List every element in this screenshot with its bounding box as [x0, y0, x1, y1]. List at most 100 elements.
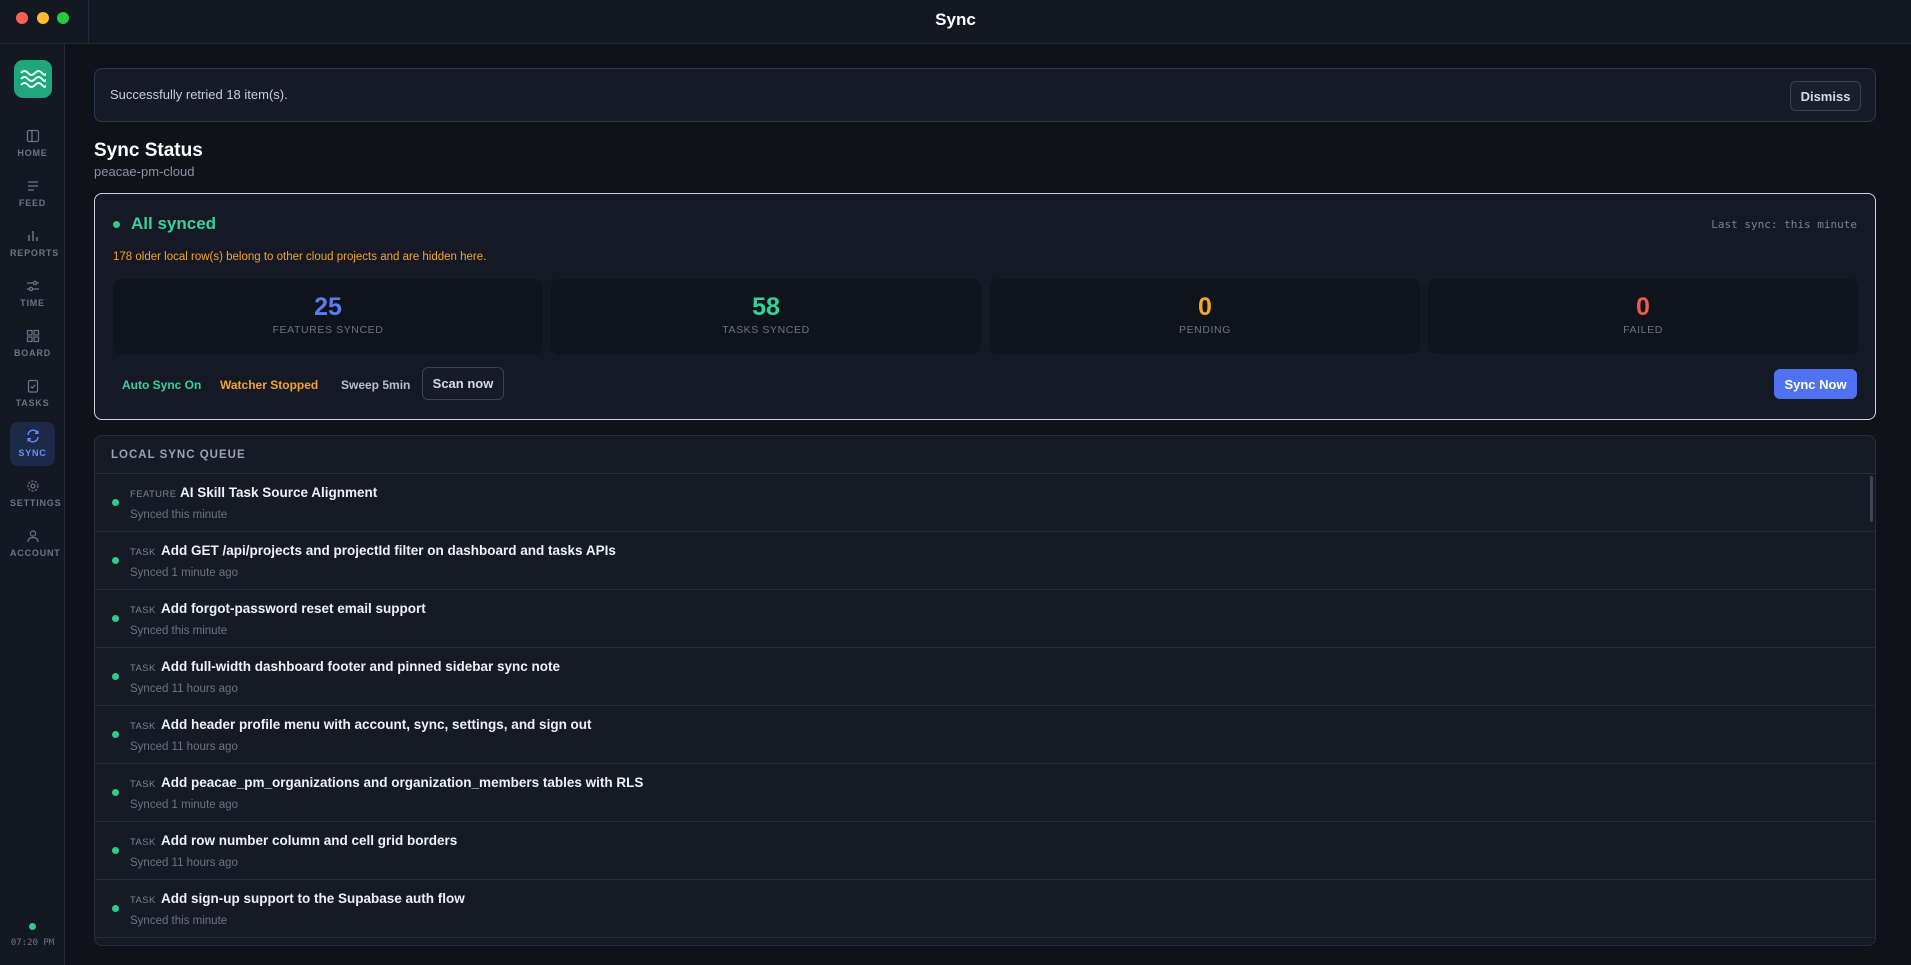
account-icon: [26, 530, 39, 543]
item-title: Add sign-up support to the Supabase auth…: [161, 891, 465, 906]
sidebar-item-label: TASKS: [15, 398, 50, 408]
item-status: Synced 11 hours ago: [130, 741, 238, 753]
dismiss-button[interactable]: Dismiss: [1790, 81, 1861, 111]
stat-value: 0: [1636, 293, 1650, 321]
title-bar: Sync: [0, 0, 1911, 44]
sync-status-card: All synced Last sync: this minute 178 ol…: [94, 193, 1876, 420]
stat-value: 58: [752, 293, 780, 321]
sidebar-item-reports[interactable]: REPORTS: [10, 222, 60, 266]
item-title: Add forgot-password reset email support: [161, 601, 426, 616]
item-title: Add full-width dashboard footer and pinn…: [161, 659, 561, 674]
stat-label: PENDING: [1178, 324, 1232, 336]
settings-icon: [26, 480, 39, 492]
item-type: TASK: [130, 895, 156, 906]
queue-header: LOCAL SYNC QUEUE: [95, 436, 1875, 474]
item-status: Synced this minute: [130, 915, 228, 927]
sidebar-item-sync[interactable]: SYNC: [10, 422, 55, 466]
sidebar-item-label: HOME: [17, 148, 48, 158]
sidebar: HOME FEED REPORTS TIME BOARD TASKS SYNC …: [0, 44, 65, 965]
item-status: Synced 11 hours ago: [130, 857, 238, 869]
queue-title: LOCAL SYNC QUEUE: [111, 449, 246, 461]
item-title: AI Skill Task Source Alignment: [180, 485, 378, 500]
sidebar-item-label: TIME: [20, 298, 45, 308]
sidebar-item-label: SYNC: [18, 448, 47, 458]
feed-icon: [27, 181, 38, 191]
sync-now-button[interactable]: Sync Now: [1774, 369, 1857, 399]
stat-label: FAILED: [1623, 324, 1663, 336]
synced-dot: [112, 847, 119, 854]
list-item[interactable]: FEATURE AI Skill Task Source Alignment S…: [95, 474, 1875, 532]
synced-dot: [112, 789, 119, 796]
sidebar-item-account[interactable]: ACCOUNT: [10, 522, 61, 566]
sidebar-clock: 07:20 PM: [10, 938, 55, 948]
stat-pending: 0 PENDING: [990, 279, 1420, 354]
sync-icon: [26, 429, 39, 443]
queue-list[interactable]: FEATURE AI Skill Task Source Alignment S…: [95, 474, 1875, 938]
synced-dot: [112, 557, 119, 564]
item-title: Add header profile menu with account, sy…: [161, 717, 592, 732]
item-type: TASK: [130, 837, 156, 848]
list-item[interactable]: TASK Add peacae_pm_organizations and org…: [95, 764, 1875, 822]
list-item[interactable]: TASK Add sign-up support to the Supabase…: [95, 880, 1875, 938]
item-type: TASK: [130, 605, 156, 616]
sidebar-item-board[interactable]: BOARD: [10, 322, 55, 366]
stat-value: 25: [314, 293, 342, 321]
synced-dot: [112, 731, 119, 738]
stat-features-synced: 25 FEATURES SYNCED: [113, 279, 543, 354]
item-type: TASK: [130, 547, 156, 558]
sidebar-item-label: REPORTS: [10, 248, 60, 258]
stat-tasks-synced: 58 TASKS SYNCED: [551, 279, 981, 354]
synced-dot: [112, 673, 119, 680]
list-item[interactable]: TASK Add GET /api/projects and projectId…: [95, 532, 1875, 590]
page-title: Sync Status: [94, 140, 203, 161]
item-type: TASK: [130, 663, 156, 674]
scan-now-button[interactable]: Scan now: [422, 367, 504, 400]
sidebar-item-tasks[interactable]: TASKS: [10, 372, 55, 416]
synced-dot: [112, 499, 119, 506]
sidebar-item-label: BOARD: [14, 348, 51, 358]
board-icon: [26, 329, 39, 343]
item-type: TASK: [130, 721, 156, 732]
sweep-interval: Sweep 5min: [341, 378, 411, 392]
sidebar-item-settings[interactable]: SETTINGS: [10, 472, 62, 516]
waves-icon: [20, 70, 46, 88]
list-item[interactable]: TASK Add forgot-password reset email sup…: [95, 590, 1875, 648]
stat-failed: 0 FAILED: [1428, 279, 1858, 354]
app-logo[interactable]: [14, 60, 52, 98]
reports-icon: [27, 231, 38, 241]
list-item[interactable]: TASK Add full-width dashboard footer and…: [95, 648, 1875, 706]
list-item[interactable]: TASK Add header profile menu with accoun…: [95, 706, 1875, 764]
sidebar-item-feed[interactable]: FEED: [10, 172, 55, 216]
item-title: Add peacae_pm_organizations and organiza…: [161, 775, 644, 790]
main-content: Successfully retried 18 item(s). Dismiss…: [66, 44, 1911, 965]
sync-state-label: All synced: [131, 214, 217, 233]
hidden-rows-notice: 178 older local row(s) belong to other c…: [113, 251, 487, 263]
sidebar-item-time[interactable]: TIME: [10, 272, 55, 316]
watcher-status: Watcher Stopped: [220, 378, 319, 392]
status-dot: [113, 221, 120, 228]
time-icon: [26, 280, 39, 292]
sidebar-item-label: ACCOUNT: [10, 548, 61, 558]
project-name: peacae-pm-cloud: [94, 164, 195, 179]
local-sync-queue: LOCAL SYNC QUEUE FEATURE AI Skill Task S…: [94, 435, 1876, 946]
item-title: Add row number column and cell grid bord…: [161, 833, 458, 848]
item-title: Add GET /api/projects and projectId filt…: [161, 543, 616, 558]
auto-sync-status: Auto Sync On: [122, 378, 202, 392]
item-type: FEATURE: [130, 489, 177, 500]
item-status: Synced this minute: [130, 625, 228, 637]
sidebar-item-label: FEED: [18, 198, 47, 208]
success-banner: Successfully retried 18 item(s). Dismiss: [94, 68, 1876, 122]
sidebar-item-home[interactable]: HOME: [10, 122, 55, 166]
last-sync-label: Last sync: this minute: [1711, 218, 1857, 231]
item-status: Synced this minute: [130, 509, 228, 521]
queue-scrollbar[interactable]: [1870, 476, 1873, 522]
sidebar-item-label: SETTINGS: [10, 498, 62, 508]
item-type: TASK: [130, 779, 156, 790]
stat-value: 0: [1198, 293, 1212, 321]
item-status: Synced 1 minute ago: [130, 567, 239, 579]
list-item[interactable]: TASK Add row number column and cell grid…: [95, 822, 1875, 880]
tasks-icon: [27, 379, 38, 393]
connection-status-dot: [29, 923, 36, 930]
item-status: Synced 11 hours ago: [130, 683, 238, 695]
window-title: Sync: [935, 10, 976, 29]
